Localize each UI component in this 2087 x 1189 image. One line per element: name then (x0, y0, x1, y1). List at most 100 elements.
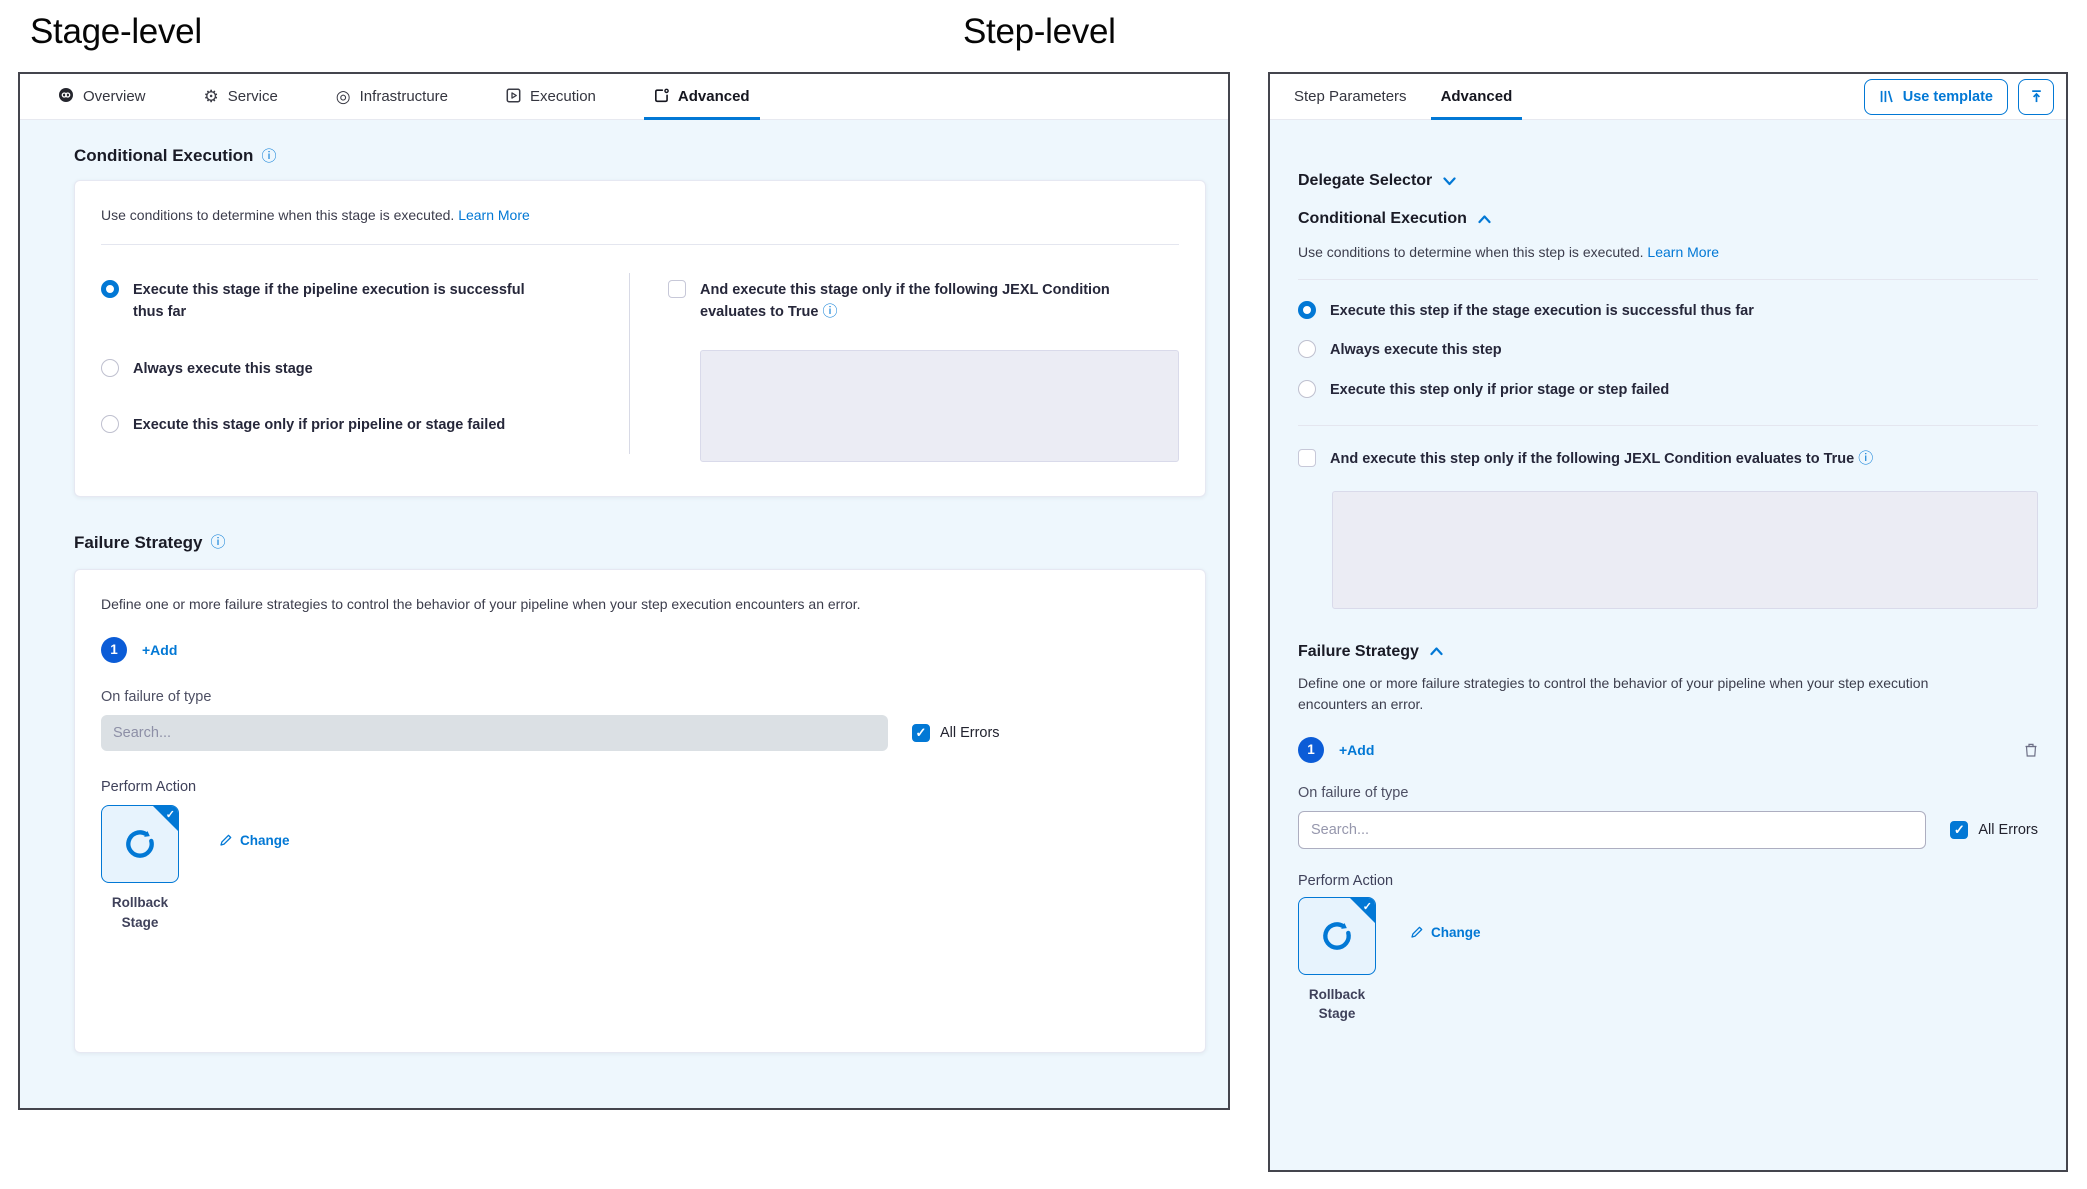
rollback-stage-label: Rollback Stage (101, 893, 179, 932)
radio-execute-if-pipeline-successful[interactable]: Execute this stage if the pipeline execu… (101, 279, 621, 324)
jexl-checkbox[interactable] (668, 280, 686, 298)
radio-unselected-icon (1298, 340, 1316, 358)
jexl-condition-column: And execute this stage only if the follo… (668, 271, 1179, 462)
delete-strategy-button[interactable] (2024, 742, 2038, 758)
radio-selected-icon (1298, 301, 1316, 319)
overview-icon (58, 87, 74, 106)
execution-icon (506, 88, 521, 106)
failure-strategy-description: Define one or more failure strategies to… (101, 594, 1179, 615)
change-action-link[interactable]: Change (1410, 925, 1481, 940)
tab-service[interactable]: ⚙ Service (204, 74, 278, 119)
jexl-condition-label: And execute this stage only if the follo… (700, 279, 1170, 324)
all-errors-checkbox[interactable]: ✓ (1950, 821, 1968, 839)
strategy-badge[interactable]: 1 (1298, 737, 1324, 763)
tab-overview[interactable]: Overview (58, 74, 146, 119)
rollback-stage-tile[interactable]: ✓ (1298, 897, 1376, 975)
template-icon (1879, 89, 1894, 104)
tab-execution[interactable]: Execution (506, 74, 596, 119)
learn-more-link[interactable]: Learn More (458, 207, 530, 223)
all-errors-label: All Errors (1978, 822, 2038, 838)
all-errors-label: All Errors (940, 725, 1000, 741)
radio-label: Execute this step if the stage execution… (1330, 300, 1754, 322)
all-errors-checkbox-row[interactable]: ✓ All Errors (912, 723, 1000, 742)
trash-icon (2024, 742, 2038, 758)
conditional-execution-heading: Conditional Execution (1298, 210, 1467, 228)
tab-step-advanced-label: Advanced (1441, 88, 1513, 105)
delegate-selector-heading: Delegate Selector (1298, 172, 1432, 190)
rollback-stage-label: Rollback Stage (1298, 985, 1376, 1024)
jexl-condition-input[interactable] (700, 350, 1179, 462)
radio-label: Always execute this step (1330, 339, 1502, 361)
radio-unselected-icon (101, 415, 119, 433)
conditional-execution-columns: Execute this stage if the pipeline execu… (101, 271, 1179, 462)
perform-action-label: Perform Action (101, 779, 1179, 795)
chevron-down-icon (1443, 177, 1456, 186)
chevron-up-icon (1430, 647, 1443, 656)
strategy-list-row: 1 +Add (1298, 737, 2038, 763)
failure-strategy-toggle[interactable]: Failure Strategy (1298, 643, 2038, 661)
info-icon[interactable]: ⓘ (1858, 450, 1873, 467)
jexl-condition-checkbox-row[interactable]: And execute this stage only if the follo… (668, 279, 1179, 324)
tab-infrastructure[interactable]: ◎ Infrastructure (336, 74, 448, 119)
divider (1298, 279, 2038, 280)
jexl-condition-label: And execute this step only if the follow… (1330, 448, 1873, 470)
radio-unselected-icon (101, 359, 119, 377)
conditional-execution-description: Use conditions to determine when this st… (1298, 242, 2038, 263)
add-strategy-button[interactable]: +Add (1339, 742, 1374, 758)
vertical-divider (629, 273, 630, 454)
tabbar-actions: Use template (1864, 79, 2054, 115)
radio-label: Execute this stage if the pipeline execu… (133, 279, 553, 324)
delegate-selector-toggle[interactable]: Delegate Selector (1298, 172, 2038, 190)
radio-always-execute-stage[interactable]: Always execute this stage (101, 358, 621, 380)
tab-infrastructure-label: Infrastructure (360, 88, 448, 105)
pencil-icon (219, 833, 233, 847)
radio-label: Execute this stage only if prior pipelin… (133, 414, 505, 436)
pencil-icon (1410, 925, 1424, 939)
radio-label: Always execute this stage (133, 358, 313, 380)
on-failure-of-type-label: On failure of type (1298, 785, 2038, 801)
radio-always-execute-step[interactable]: Always execute this step (1298, 339, 2038, 361)
conditional-execution-card: Use conditions to determine when this st… (74, 180, 1206, 497)
conditional-execution-toggle[interactable]: Conditional Execution (1298, 210, 2038, 228)
rollback-stage-tile[interactable]: ✓ (101, 805, 179, 883)
conditional-execution-description: Use conditions to determine when this st… (101, 205, 1179, 226)
stage-advanced-content: Conditional Execution ⓘ Use conditions t… (20, 120, 1228, 1108)
jexl-checkbox[interactable] (1298, 449, 1316, 467)
info-icon[interactable]: ⓘ (823, 303, 838, 320)
tab-service-label: Service (228, 88, 278, 105)
info-icon[interactable]: ⓘ (261, 149, 276, 164)
failure-type-row: ✓ All Errors (1298, 811, 2038, 849)
selected-check-icon: ✓ (1363, 900, 1372, 913)
add-strategy-button[interactable]: +Add (142, 642, 177, 658)
change-action-link[interactable]: Change (219, 833, 290, 848)
failure-strategy-heading: Failure Strategy ⓘ (74, 533, 1206, 553)
execution-condition-radio-group: Execute this stage if the pipeline execu… (101, 271, 621, 462)
stage-tabbar: Overview ⚙ Service ◎ Infrastructure Exec… (20, 74, 1228, 120)
stage-advanced-panel: Overview ⚙ Service ◎ Infrastructure Exec… (18, 72, 1230, 1110)
jexl-condition-label-text: And execute this stage only if the follo… (700, 282, 1110, 320)
radio-selected-icon (101, 280, 119, 298)
tab-step-advanced[interactable]: Advanced (1441, 74, 1513, 119)
tab-step-parameters-label: Step Parameters (1294, 88, 1407, 105)
radio-execute-if-stage-successful[interactable]: Execute this step if the stage execution… (1298, 300, 2038, 322)
jexl-condition-input[interactable] (1332, 491, 2038, 609)
strategy-list-row: 1 +Add (101, 637, 1179, 663)
radio-label: Execute this step only if prior stage or… (1330, 379, 1669, 401)
on-failure-of-type-label: On failure of type (101, 689, 1179, 705)
all-errors-checkbox-row[interactable]: ✓ All Errors (1950, 820, 2038, 839)
tab-step-parameters[interactable]: Step Parameters (1294, 74, 1407, 119)
strategy-badge[interactable]: 1 (101, 637, 127, 663)
radio-execute-if-prior-failed[interactable]: Execute this step only if prior stage or… (1298, 379, 2038, 401)
radio-execute-if-prior-failed[interactable]: Execute this stage only if prior pipelin… (101, 414, 621, 436)
conditional-execution-description-text: Use conditions to determine when this st… (1298, 244, 1644, 260)
failure-type-search-input[interactable] (101, 715, 888, 751)
upload-button[interactable] (2018, 79, 2054, 115)
stage-level-title: Stage-level (30, 12, 202, 52)
info-icon[interactable]: ⓘ (211, 535, 226, 550)
jexl-condition-checkbox-row[interactable]: And execute this step only if the follow… (1298, 448, 2038, 470)
use-template-button[interactable]: Use template (1864, 79, 2008, 115)
failure-type-search-input[interactable] (1298, 811, 1926, 849)
all-errors-checkbox[interactable]: ✓ (912, 724, 930, 742)
tab-advanced[interactable]: Advanced (654, 74, 750, 119)
learn-more-link[interactable]: Learn More (1647, 244, 1719, 260)
